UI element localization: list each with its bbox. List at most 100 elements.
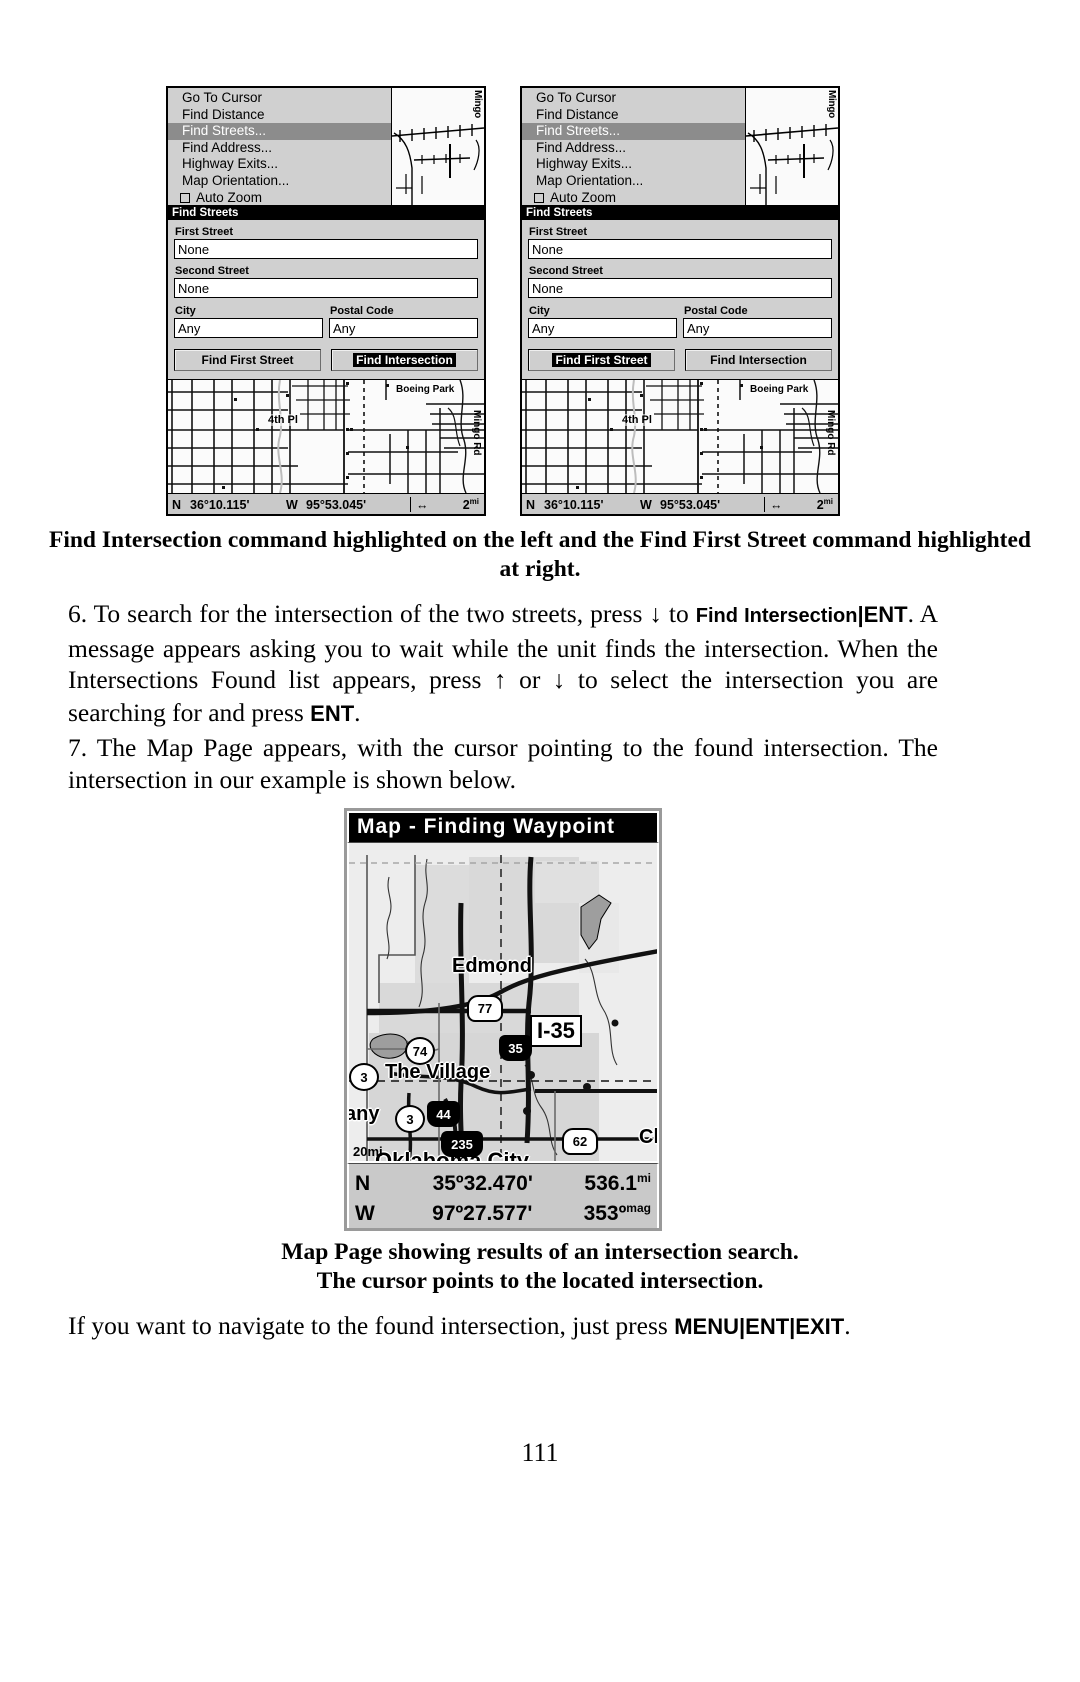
find-streets-body-left: First Street None Second Street None Cit… (168, 220, 484, 379)
shield-us-77: 77 (467, 995, 503, 1022)
closing-text-1: If you want to navigate to the found int… (68, 1311, 675, 1340)
city-label-cl-partial: Cl (639, 1126, 659, 1148)
menu-item-map-orientation[interactable]: Map Orientation... (168, 173, 391, 190)
step-6-text-4: or (506, 665, 553, 694)
manual-page: Go To Cursor Find Distance Find Streets.… (0, 0, 1080, 1682)
find-first-street-label: Find First Street (552, 353, 651, 367)
find-intersection-button[interactable]: Find Intersection (685, 349, 832, 371)
find-first-street-label: Find First Street (201, 353, 294, 367)
menu-item-find-streets[interactable]: Find Streets... (522, 123, 745, 140)
gps-status-bar-left: N 36°10.115' W 95°53.045' ↔ 2mi (168, 493, 484, 514)
street-grid-icon (168, 380, 484, 493)
key-ent-2: ENT (310, 700, 355, 726)
zoom-level-unit: mi (823, 496, 833, 506)
zoom-indicator: ↔ 2mi (410, 496, 484, 513)
step-6-text-6: . (354, 697, 361, 727)
step-6-text-2: to (661, 599, 696, 628)
map-scale-label: 20mi (353, 1144, 383, 1159)
step-6-number: 6. (68, 599, 88, 628)
second-street-input[interactable]: None (174, 278, 478, 298)
menu-item-highway-exits[interactable]: Highway Exits... (522, 156, 745, 173)
shield-interstate-44: 44 (427, 1101, 460, 1127)
longitude-value: 95°53.045' (306, 497, 367, 512)
find-first-street-button[interactable]: Find First Street (528, 349, 675, 371)
menu-item-find-address[interactable]: Find Address... (168, 140, 391, 157)
second-street-label: Second Street (175, 265, 249, 277)
second-street-label: Second Street (529, 265, 603, 277)
map-bearing-value: 353º (583, 1202, 627, 1225)
menu-preview-map-left: Mingo (391, 88, 484, 205)
city-input[interactable]: Any (528, 318, 677, 338)
road-label-mingo-rd: Mingo Rd (825, 410, 836, 456)
zoom-level: 2mi (817, 497, 833, 512)
latitude-value: 36°10.115' (190, 497, 250, 512)
menu-item-find-streets[interactable]: Find Streets... (168, 123, 391, 140)
menu-item-find-distance[interactable]: Find Distance (168, 107, 391, 124)
map-menu-left: Go To Cursor Find Distance Find Streets.… (168, 88, 391, 205)
map-status-bar: N 35º32.470' 536.1mi W 97º27.577' 353ºma… (347, 1163, 659, 1228)
postal-code-input[interactable]: Any (329, 318, 478, 338)
menu-item-map-orientation[interactable]: Map Orientation... (522, 173, 745, 190)
figure-caption-1: Find Intersection command highlighted on… (48, 527, 1032, 582)
shield-interstate-35: 35 (499, 1035, 532, 1061)
map-latitude-value: 35º32.470' (432, 1172, 533, 1195)
key-menu: MENU (674, 1314, 739, 1339)
gps-status-bar-right: N 36°10.115' W 95°53.045' ↔ 2mi (522, 493, 838, 514)
first-street-label: First Street (175, 226, 234, 238)
city-input[interactable]: Any (174, 318, 323, 338)
postal-code-input[interactable]: Any (683, 318, 832, 338)
step-6-text-1: To search for the intersection of the tw… (93, 599, 650, 628)
road-label-mingo-rd: Mingo Rd (471, 410, 482, 456)
first-street-input[interactable]: None (528, 239, 832, 259)
zoom-indicator: ↔ 2mi (764, 496, 838, 513)
gps-screen-left: Go To Cursor Find Distance Find Streets.… (166, 86, 486, 516)
find-first-street-button[interactable]: Find First Street (174, 349, 321, 371)
gps-screen-right: Go To Cursor Find Distance Find Streets.… (520, 86, 840, 516)
map-longitude-value: 97º27.577' (432, 1202, 533, 1225)
longitude-value: 95°53.045' (660, 497, 721, 512)
dialog-button-row-right: Find First Street Find Intersection (528, 349, 832, 371)
find-streets-body-right: First Street None Second Street None Cit… (522, 220, 838, 379)
zoom-level-value: 2 (462, 498, 470, 513)
first-street-input[interactable]: None (174, 239, 478, 259)
second-street-input[interactable]: None (528, 278, 832, 298)
map-page-title: Map - Finding Waypoint (347, 811, 659, 842)
dialog-button-row-left: Find First Street Find Intersection (174, 349, 478, 371)
menu-item-find-address[interactable]: Find Address... (522, 140, 745, 157)
figure-caption-2-line-2: The cursor points to the located interse… (316, 1268, 764, 1294)
park-label-boeing-park: Boeing Park (750, 384, 809, 395)
street-label-4th-pl: 4th Pl (622, 414, 652, 426)
menu-item-go-to-cursor[interactable]: Go To Cursor (168, 90, 391, 107)
lon-hemisphere: W (286, 497, 298, 512)
menu-item-go-to-cursor[interactable]: Go To Cursor (522, 90, 745, 107)
find-streets-title-left: Find Streets (168, 206, 484, 220)
shield-box-i35: I-35 (530, 1015, 582, 1047)
page-number: 111 (521, 1438, 559, 1467)
find-intersection-button[interactable]: Find Intersection (331, 349, 478, 371)
postal-code-group: Postal Code Any (329, 303, 478, 338)
preview-map-road-label: Mingo (826, 90, 837, 118)
lat-hemisphere: N (526, 497, 536, 512)
park-label-boeing-park: Boeing Park (396, 384, 455, 395)
first-street-label: First Street (529, 226, 588, 238)
postal-code-label: Postal Code (330, 305, 394, 317)
city-label-any-partial: any (347, 1103, 380, 1125)
menu-region-right: Go To Cursor Find Distance Find Streets.… (522, 88, 838, 206)
menu-item-highway-exits[interactable]: Highway Exits... (168, 156, 391, 173)
menu-preview-map-right: Mingo (745, 88, 838, 205)
menu-item-auto-zoom[interactable]: Auto Zoom (522, 190, 745, 207)
map-status-line-1: N 35º32.470' 536.1mi (355, 1166, 651, 1196)
menu-item-find-distance[interactable]: Find Distance (522, 107, 745, 124)
street-label-4th-pl: 4th Pl (268, 414, 298, 426)
postal-code-group: Postal Code Any (683, 303, 832, 338)
figure-two-gps-screens: Go To Cursor Find Distance Find Streets.… (166, 86, 916, 518)
city-label: City (175, 305, 196, 317)
find-streets-title-right: Find Streets (522, 206, 838, 220)
map-lat-hemisphere: N (355, 1172, 371, 1195)
menu-item-auto-zoom[interactable]: Auto Zoom (168, 190, 391, 207)
step-6-paragraph: 6. To search for the intersection of the… (68, 598, 938, 729)
preview-map-lines-icon (746, 124, 838, 205)
shield-state-74: 74 (405, 1037, 435, 1065)
find-intersection-label: Find Intersection (710, 353, 807, 367)
map-distance: 536.1mi (584, 1166, 651, 1196)
